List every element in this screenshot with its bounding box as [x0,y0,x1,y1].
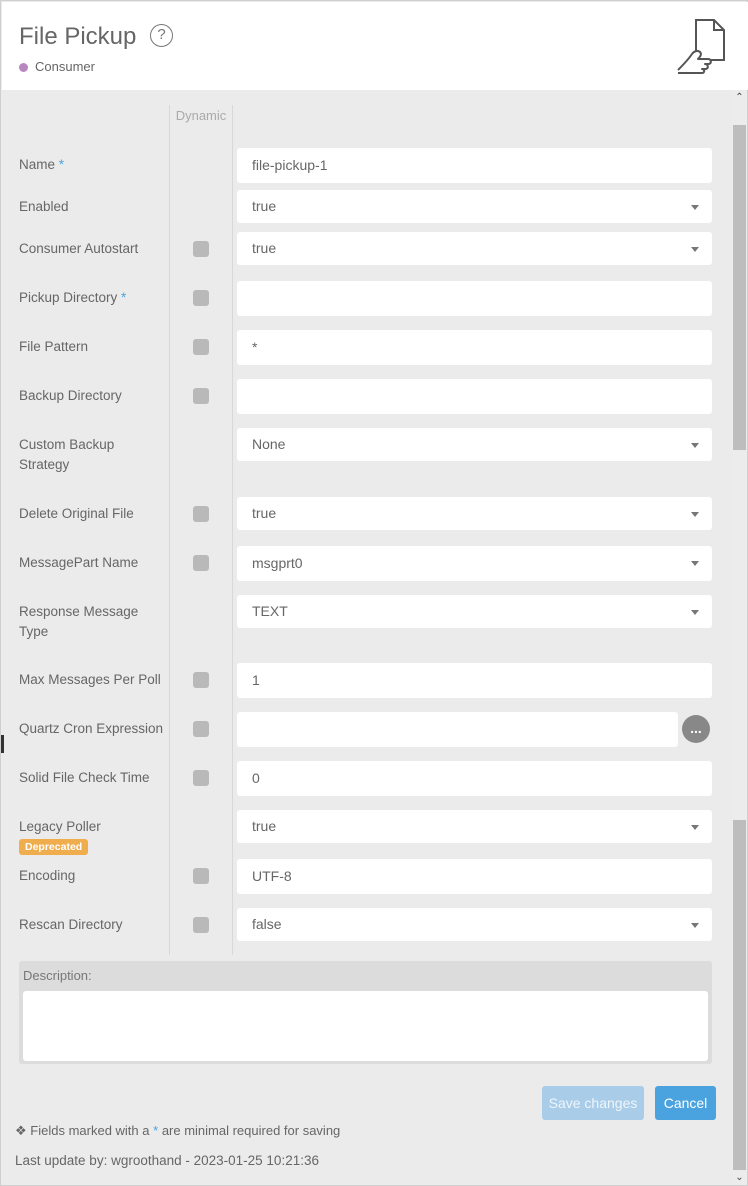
column-divider [169,105,170,955]
field-label-delete-original-file: Delete Original File [19,506,134,521]
last-update-info: Last update by: wgroothand - 2023-01-25 … [15,1153,319,1168]
scrollbar-track-lower [733,820,746,1170]
description-textarea[interactable] [23,991,708,1061]
legacy-poller-select[interactable]: true [237,810,712,843]
field-label-pickup-directory: Pickup Directory * [19,290,127,305]
dynamic-checkbox-backup-directory[interactable] [193,388,209,404]
custom-backup-strategy-select[interactable]: None [237,428,712,461]
component-type-label: Consumer [35,59,95,74]
help-icon[interactable]: ? [150,24,173,47]
quartz-cron-expression-input[interactable] [237,712,678,747]
enabled-select[interactable]: true [237,190,712,223]
hand-file-icon [677,19,725,74]
dynamic-checkbox-quartz-cron-expression[interactable] [193,721,209,737]
name-input[interactable]: file-pickup-1 [237,148,712,183]
dynamic-checkbox-file-pattern[interactable] [193,339,209,355]
messagepart-name-select[interactable]: msgprt0 [237,546,712,581]
consumer-autostart-select[interactable]: true [237,232,712,265]
info-diamond-icon: ❖ [15,1123,27,1138]
dynamic-checkbox-encoding[interactable] [193,868,209,884]
settings-form: Dynamic Name * file-pickup-1 Enabled tru… [4,90,732,1185]
solid-file-check-time-input[interactable]: 0 [237,761,712,796]
side-edge-marker [1,735,4,753]
dynamic-checkbox-messagepart-name[interactable] [193,555,209,571]
field-label-rescan-directory: Rescan Directory [19,917,123,932]
scroll-down-arrow-icon[interactable]: ⌄ [732,1170,747,1185]
field-label-max-messages-per-poll: Max Messages Per Poll [19,672,161,687]
field-label-name: Name * [19,157,65,172]
field-label-response-message-type: Response Message Type [19,604,139,639]
dialog-frame: File Pickup ? Consumer Dynamic Name * fi… [0,0,748,1186]
save-changes-button[interactable]: Save changes [542,1086,644,1120]
column-divider [232,105,233,955]
file-pattern-input[interactable]: * [237,330,712,365]
required-fields-note: ❖ Fields marked with a * are minimal req… [15,1123,341,1138]
dynamic-checkbox-consumer-autostart[interactable] [193,241,209,257]
dynamic-checkbox-solid-file-check-time[interactable] [193,770,209,786]
scroll-up-arrow-icon[interactable]: ⌃ [732,90,747,105]
field-label-backup-directory: Backup Directory [19,388,122,403]
rescan-directory-select[interactable]: false [237,908,712,941]
field-label-custom-backup-strategy: Custom Backup Strategy [19,437,115,472]
dynamic-checkbox-max-messages-per-poll[interactable] [193,672,209,688]
pickup-directory-input[interactable] [237,281,712,316]
consumer-type-dot [19,63,28,72]
required-marker: * [153,1123,159,1138]
vertical-scrollbar[interactable]: ⌃ ⌄ [732,90,747,1185]
backup-directory-input[interactable] [237,379,712,414]
field-label-messagepart-name: MessagePart Name [19,555,139,570]
delete-original-file-select[interactable]: true [237,497,712,530]
page-title: File Pickup [19,23,137,50]
field-label-file-pattern: File Pattern [19,339,89,354]
dynamic-checkbox-pickup-directory[interactable] [193,290,209,306]
cron-builder-button[interactable]: ... [682,715,710,743]
description-section: Description: [19,961,712,1064]
field-label-legacy-poller: Legacy Poller [19,819,101,834]
max-messages-per-poll-input[interactable]: 1 [237,663,712,698]
dynamic-column-header: Dynamic [175,108,227,123]
description-label: Description: [23,968,92,983]
field-label-solid-file-check-time: Solid File Check Time [19,770,150,785]
field-label-consumer-autostart: Consumer Autostart [19,241,139,256]
encoding-input[interactable]: UTF-8 [237,859,712,894]
response-message-type-select[interactable]: TEXT [237,595,712,628]
required-marker: * [121,290,127,305]
field-label-enabled: Enabled [19,199,69,214]
field-label-encoding: Encoding [19,868,76,883]
dynamic-checkbox-rescan-directory[interactable] [193,917,209,933]
field-label-quartz-cron-expression: Quartz Cron Expression [19,721,164,736]
dialog-header: File Pickup ? Consumer [2,2,748,90]
required-marker: * [58,157,65,172]
deprecated-badge: Deprecated [19,839,89,855]
cancel-button[interactable]: Cancel [655,1086,716,1120]
dynamic-checkbox-delete-original-file[interactable] [193,506,209,522]
scrollbar-thumb[interactable] [733,125,746,450]
